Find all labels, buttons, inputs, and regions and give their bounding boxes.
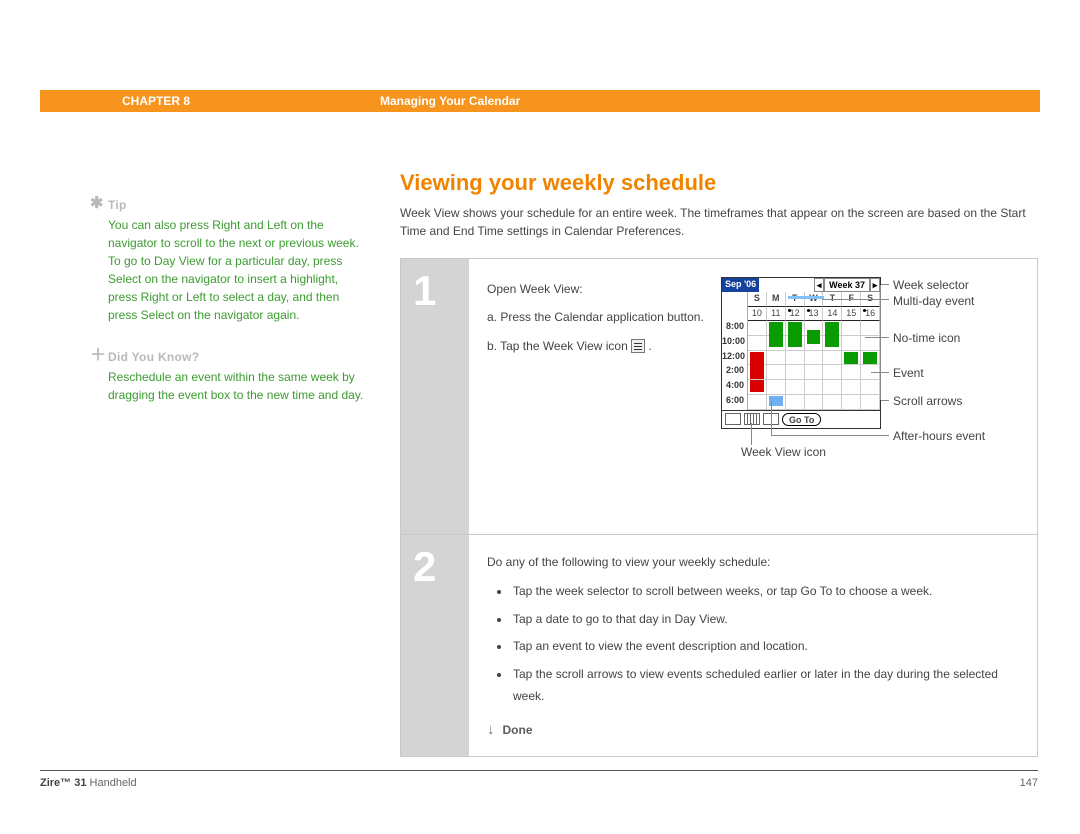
day-head: M [767, 292, 786, 307]
week-view-icon [631, 339, 645, 353]
prev-week-arrow[interactable]: ◂ [814, 278, 824, 292]
callout-week-icon: Week View icon [741, 445, 826, 459]
time-label: 6:00 [722, 395, 748, 410]
step-2-bullet: Tap a date to go to that day in Day View… [511, 609, 1019, 631]
callout-event: Event [893, 366, 924, 380]
down-arrow-icon: ↓ [487, 721, 495, 738]
snowflake-icon: ✱ [90, 196, 103, 212]
step-1-b-post: . [648, 339, 651, 353]
week-number[interactable]: Week 37 [824, 278, 870, 292]
day-head: W [805, 292, 824, 307]
callout-no-time: No-time icon [893, 331, 960, 345]
device-month: Sep '06 [722, 278, 759, 292]
time-label: 8:00 [722, 321, 748, 336]
step-1-b-pre: b. Tap the Week View icon [487, 339, 631, 353]
didyouknow-label: Did You Know? [108, 350, 199, 364]
time-label: 10:00 [722, 336, 748, 351]
goto-button[interactable]: Go To [782, 413, 821, 426]
callout-scroll-arrows: Scroll arrows [893, 394, 962, 408]
step-1: 1 Open Week View: a. Press the Calendar … [401, 259, 1037, 534]
date-cell[interactable]: 16 [861, 307, 880, 322]
callout-week-selector: Week selector [893, 278, 969, 292]
done-label: Done [503, 723, 533, 737]
didyouknow-body: Reschedule an event within the same week… [108, 368, 368, 404]
chapter-title: Managing Your Calendar [380, 94, 1040, 108]
tip-body: You can also press Right and Left on the… [108, 216, 368, 324]
date-cell[interactable]: 10 [748, 307, 767, 322]
step-2-number: 2 [401, 535, 469, 756]
multi-day-bar [788, 296, 824, 299]
tip-label: Tip [108, 198, 127, 212]
callout-after-hours: After-hours event [893, 429, 985, 443]
date-cell[interactable]: 14 [823, 307, 842, 322]
step-1-number: 1 [401, 259, 469, 534]
steps-container: 1 Open Week View: a. Press the Calendar … [400, 258, 1038, 757]
step-2-bullet: Tap the scroll arrows to view events sch… [511, 664, 1019, 707]
date-cell[interactable]: 11 [767, 307, 786, 322]
chapter-number: CHAPTER 8 [40, 94, 380, 108]
date-cell[interactable]: 13 [805, 307, 824, 322]
date-cell[interactable]: 12 [786, 307, 805, 322]
chapter-header: CHAPTER 8 Managing Your Calendar [40, 90, 1040, 112]
step-2-bullet: Tap an event to view the event descripti… [511, 636, 1019, 658]
step-2-bullet: Tap the week selector to scroll between … [511, 581, 1019, 603]
time-label: 4:00 [722, 380, 748, 395]
time-label: 12:00 [722, 351, 748, 366]
plus-icon: ＋ [90, 348, 106, 364]
section-intro: Week View shows your schedule for an ent… [400, 204, 1038, 240]
callout-multi-day: Multi-day event [893, 294, 974, 308]
footer-page: 147 [1020, 777, 1038, 789]
section-title: Viewing your weekly schedule [400, 170, 1038, 196]
day-head: S [748, 292, 767, 307]
week-view-screenshot: Sep '06 ◂ Week 37 ▸ S M [721, 277, 1021, 467]
day-head: T [786, 292, 805, 307]
step-2-lead: Do any of the following to view your wee… [487, 555, 1019, 569]
time-label: 2:00 [722, 365, 748, 380]
date-cell[interactable]: 15 [842, 307, 861, 322]
footer-product: Zire™ 31 Handheld [40, 777, 137, 789]
next-week-arrow[interactable]: ▸ [870, 278, 880, 292]
footer-view-btn[interactable] [725, 413, 741, 425]
footer-view-btn-week[interactable] [744, 413, 760, 425]
step-2: 2 Do any of the following to view your w… [401, 534, 1037, 756]
